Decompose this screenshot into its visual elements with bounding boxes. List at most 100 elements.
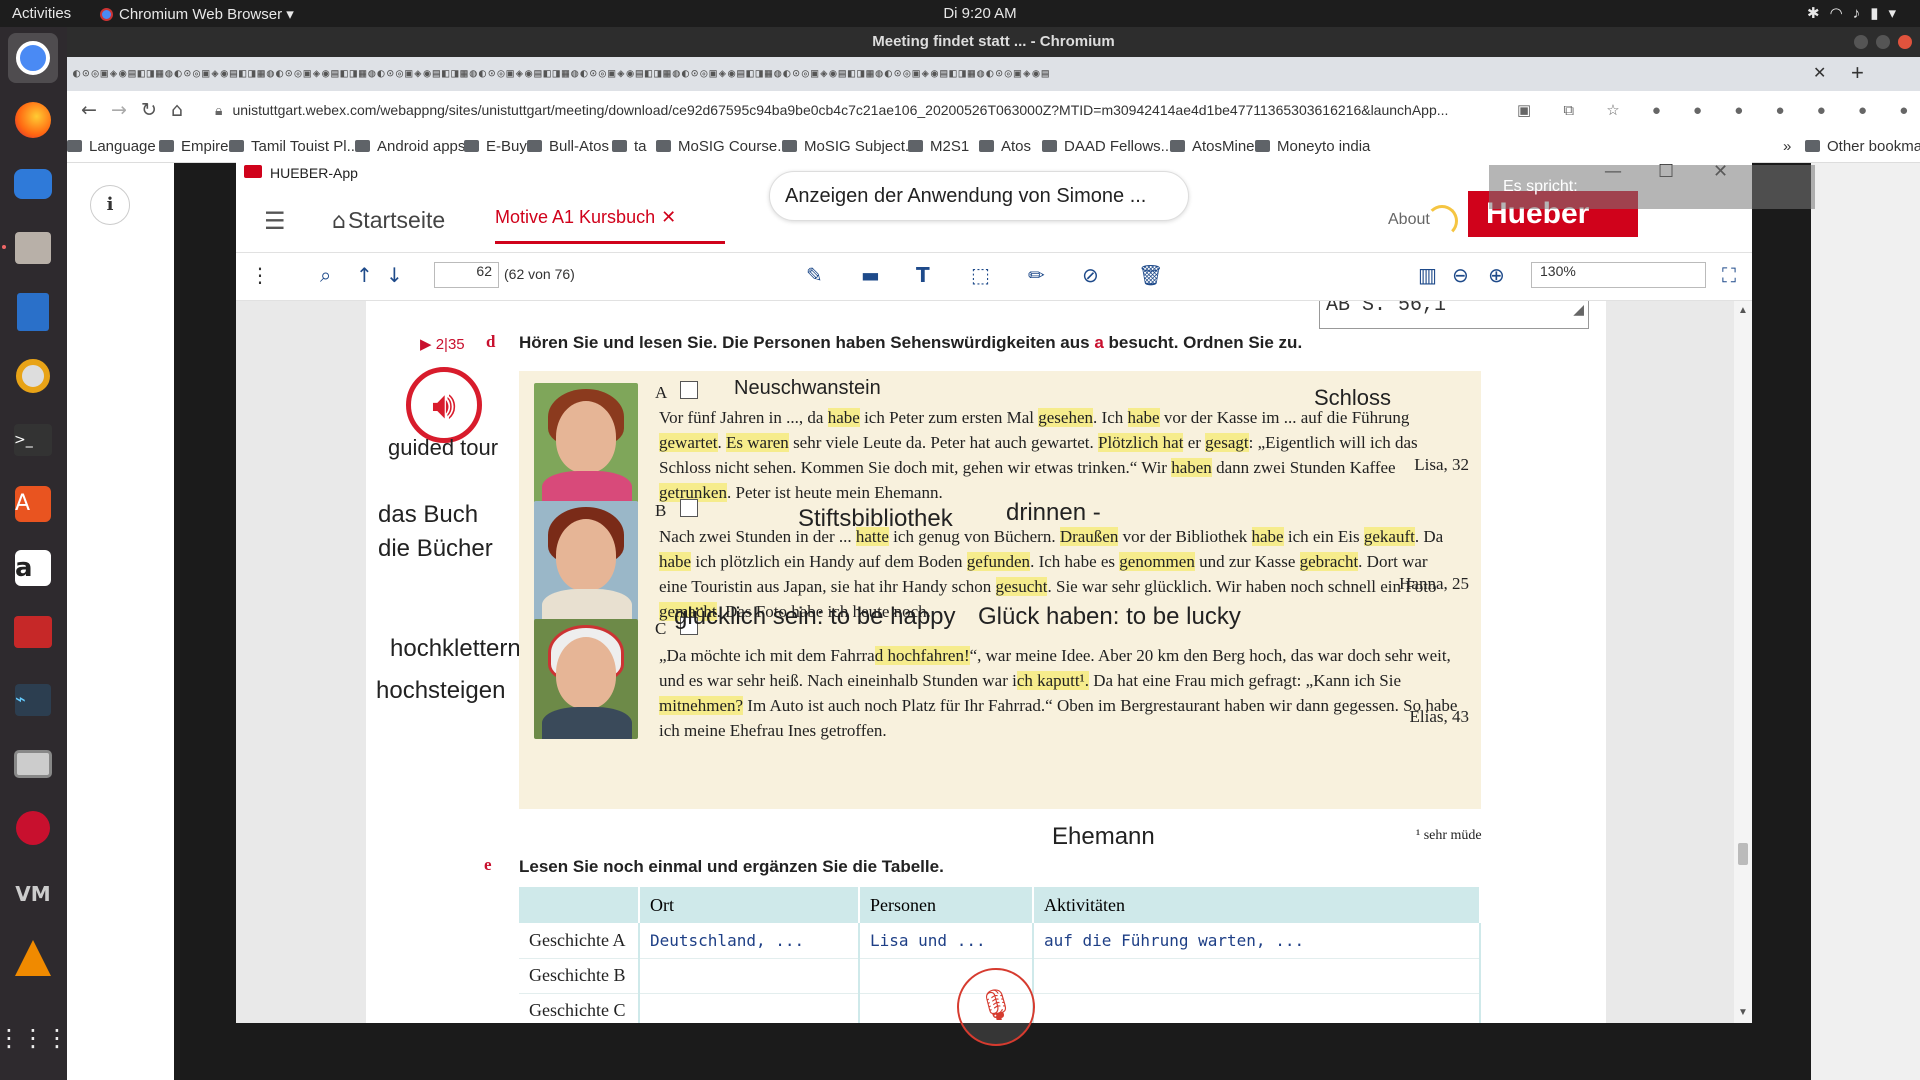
system-monitor-icon[interactable]: ⌁ — [8, 675, 58, 725]
active-tab-close-icon[interactable]: ✕ — [1813, 63, 1826, 83]
sharing-banner[interactable]: Anzeigen der Anwendung von Simone ... — [769, 171, 1189, 221]
bookmark-item[interactable]: M2S1 — [908, 138, 969, 155]
new-tab-button[interactable]: + — [1851, 60, 1864, 86]
comment-icon[interactable]: ▬ — [861, 263, 880, 287]
remote-desktop-icon[interactable] — [8, 607, 58, 657]
software-center-icon[interactable]: A — [8, 479, 58, 529]
zoom-out-icon[interactable]: ⊖ — [1452, 263, 1469, 287]
text-box-icon[interactable]: ⬚ — [971, 263, 990, 287]
other-bookmarks[interactable]: Other bookmarks — [1805, 138, 1920, 155]
back-icon[interactable]: ← — [81, 99, 97, 121]
bookmark-item[interactable]: Moneyto india — [1255, 138, 1370, 155]
bookmark-item[interactable]: Empire — [159, 138, 229, 155]
table-cell[interactable] — [639, 993, 860, 1023]
sidebar-toggle-icon[interactable]: ▥ — [1418, 263, 1437, 287]
story-letter: A — [655, 383, 668, 402]
close-window-button[interactable] — [1898, 35, 1912, 49]
resize-handle-icon[interactable]: ◢ — [1573, 301, 1584, 324]
more-options-icon[interactable]: ⋮ — [250, 263, 270, 287]
workbook-reference-box[interactable]: AB S. 56,1 ◢ — [1319, 301, 1589, 329]
table-cell[interactable] — [639, 958, 860, 994]
story-signature: Elias, 43 — [1409, 707, 1470, 726]
bookmark-item[interactable]: Atos — [979, 138, 1031, 155]
table-cell[interactable] — [1033, 993, 1481, 1023]
bookmark-item[interactable]: E-Buy — [464, 138, 527, 155]
story-a-checkbox[interactable] — [680, 381, 698, 399]
previous-page-icon[interactable]: ↑ — [356, 263, 373, 287]
home-icon[interactable]: ⌂ — [171, 99, 183, 121]
chromium-dock-icon[interactable] — [8, 33, 58, 83]
terminal-icon[interactable]: >_ — [8, 415, 58, 465]
scroll-up-icon[interactable]: ▲ — [1738, 305, 1748, 316]
bookmark-item[interactable]: Android apps — [355, 138, 465, 155]
table-cell: Geschichte B — [519, 958, 640, 994]
bookmark-item[interactable]: DAAD Fellows... — [1042, 138, 1173, 155]
about-link[interactable]: About — [1388, 211, 1430, 229]
story-b-checkbox[interactable] — [680, 499, 698, 517]
annotation-die-buecher: die Bücher — [378, 535, 493, 562]
writer-icon[interactable] — [8, 287, 58, 337]
camera-icon[interactable] — [8, 739, 58, 789]
firefox-icon[interactable] — [8, 95, 58, 145]
extension-icons[interactable]: ▣ ⧉ ☆ ● ● ● ● ● ● ● ⋮ — [1517, 101, 1920, 119]
story-signature: Hanna, 25 — [1399, 574, 1469, 593]
hide-annotations-icon[interactable]: ⊘ — [1082, 263, 1099, 287]
instruction-e: Lesen Sie noch einmal und ergänzen Sie d… — [519, 857, 944, 876]
book-tab[interactable]: Motive A1 Kursbuch ✕ — [495, 207, 725, 244]
clock[interactable]: Di 9:20 AM — [910, 5, 1050, 22]
zoom-field[interactable]: 130% — [1531, 262, 1706, 288]
highlighter-icon[interactable]: ✎ — [806, 263, 823, 287]
cherry-app-icon[interactable] — [8, 803, 58, 853]
audio-speaker-icon[interactable]: 🔊︎ — [406, 367, 482, 443]
bookmark-item[interactable]: Bull-Atos — [527, 138, 609, 155]
bookmark-item[interactable]: ta — [612, 138, 647, 155]
maximize-button[interactable] — [1876, 35, 1890, 49]
bookmarks-overflow-button[interactable]: » — [1783, 138, 1791, 155]
zoom-in-icon[interactable]: ⊕ — [1488, 263, 1505, 287]
pdf-viewer: AB S. 56,1 ◢ ▶ 2|35 d Hören Sie und lesen… — [236, 301, 1752, 1023]
text-size-icon[interactable]: T — [916, 263, 930, 287]
viewer-scrollbar[interactable]: ▲ ▼ — [1734, 301, 1752, 1023]
rhythmbox-icon[interactable] — [8, 351, 58, 401]
pinned-tabs[interactable]: ◐⊙◎▣◈◉▤◧◨▦◍◐⊙◎▣◈◉▤◧◨▦◍◐⊙◎▣◈◉▤◧◨▦◍◐⊙◎▣◈◉▤… — [73, 66, 1813, 82]
mute-microphone-icon[interactable]: 🎙︎ — [957, 968, 1035, 1046]
address-bar[interactable]: 🔒︎ unistuttgart.webex.com/webappng/sites/… — [215, 102, 1575, 119]
forward-icon[interactable]: → — [111, 99, 127, 121]
table-cell[interactable]: Deutschland, ... — [639, 923, 860, 959]
info-icon[interactable]: i — [90, 185, 130, 225]
files-icon[interactable] — [8, 223, 58, 273]
fullscreen-icon[interactable]: ⛶ — [1722, 263, 1736, 287]
amazon-icon[interactable]: a — [8, 543, 58, 593]
table-cell[interactable]: Lisa und ... — [859, 923, 1034, 959]
table-cell[interactable] — [1033, 958, 1481, 994]
active-speaker-indicator: Es spricht: — [1489, 165, 1815, 209]
system-tray[interactable]: ✱◠♪▮▾ — [1807, 4, 1906, 22]
table-cell[interactable]: auf die Führung warten, ... — [1033, 923, 1481, 959]
minimize-button[interactable] — [1854, 35, 1868, 49]
bookmark-item[interactable]: Language — [67, 138, 156, 155]
close-tab-icon[interactable]: ✕ — [661, 207, 676, 227]
scroll-down-icon[interactable]: ▼ — [1738, 1007, 1748, 1018]
app-menu[interactable]: Chromium Web Browser ▾ — [100, 5, 294, 23]
scroll-thumb[interactable] — [1738, 843, 1748, 865]
activities-button[interactable]: Activities — [12, 5, 71, 22]
page-number-input[interactable]: 62 — [434, 262, 499, 288]
thunderbird-icon[interactable] — [8, 159, 58, 209]
vmware-icon[interactable]: VM — [8, 869, 58, 919]
bookmark-item[interactable]: Tamil Touist Pl... — [229, 138, 359, 155]
bookmark-item[interactable]: MoSIG Course... — [656, 138, 790, 155]
hamburger-menu-icon[interactable]: ☰ — [264, 207, 286, 235]
pen-icon[interactable]: ✏ — [1028, 263, 1045, 287]
home-tab[interactable]: ⌂Startseite — [332, 207, 445, 234]
table-header: Ort — [639, 887, 860, 923]
annotation-ehemann: Ehemann — [1052, 823, 1155, 850]
search-page-icon[interactable]: ⌕ — [320, 263, 331, 287]
page-count: (62 von 76) — [504, 266, 575, 282]
vlc-icon[interactable] — [8, 933, 58, 983]
show-applications-icon[interactable]: ⋮⋮⋮ — [0, 1013, 69, 1063]
bookmark-item[interactable]: MoSIG Subject... — [782, 138, 917, 155]
next-page-icon[interactable]: ↓ — [386, 263, 403, 287]
bookmark-item[interactable]: AtosMine — [1170, 138, 1255, 155]
reload-icon[interactable]: ↻ — [141, 99, 157, 121]
delete-icon[interactable]: 🗑︎ — [1138, 263, 1163, 287]
